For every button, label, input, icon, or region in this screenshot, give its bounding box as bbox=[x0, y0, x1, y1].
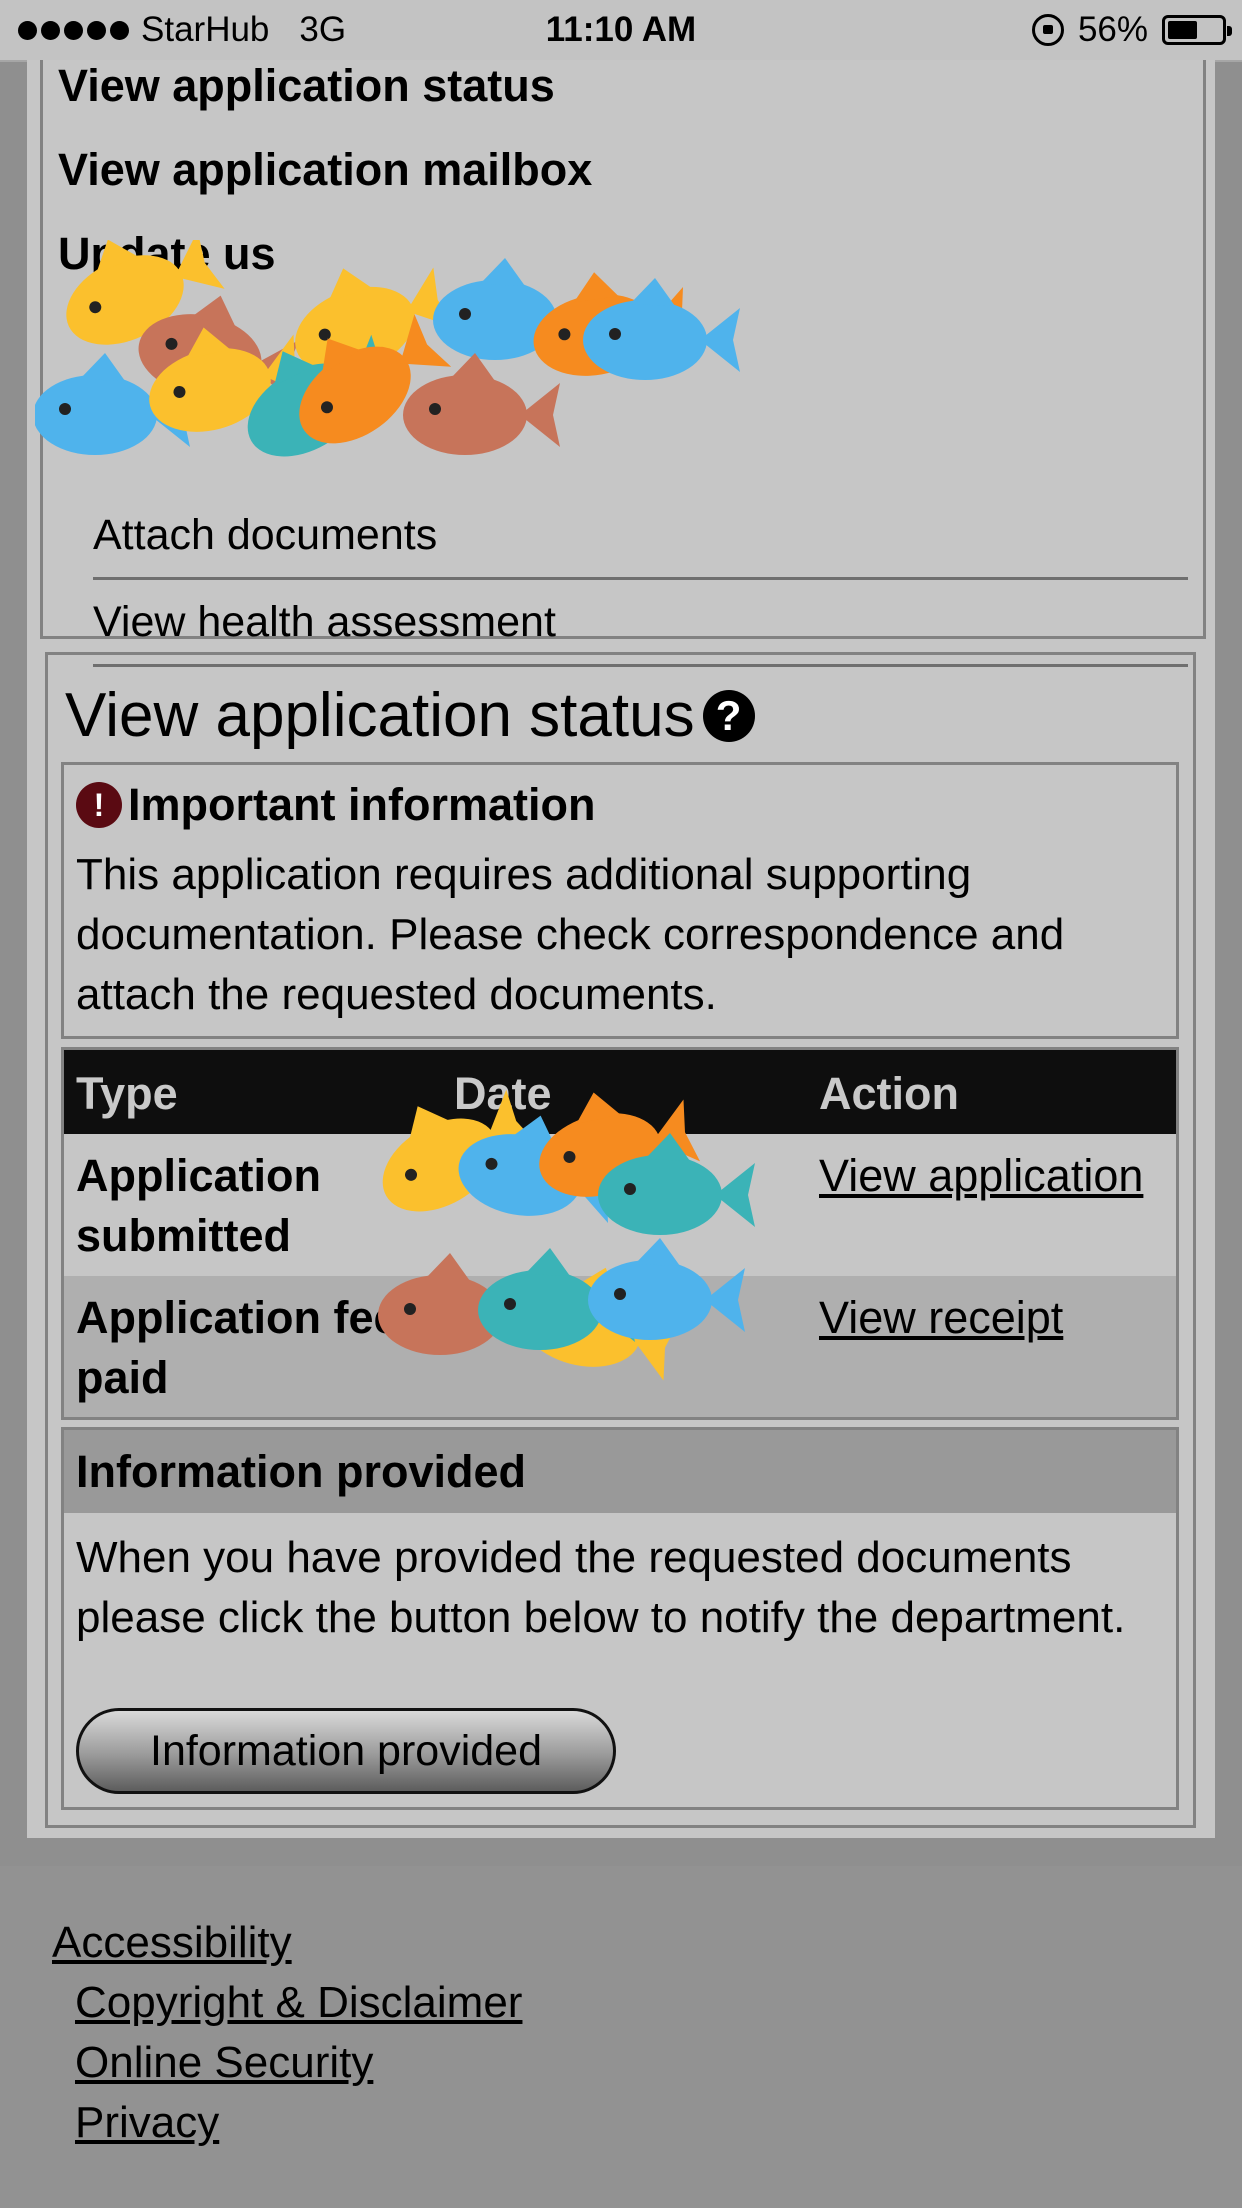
fish-sticker-cluster-top bbox=[35, 240, 740, 476]
view-receipt-link[interactable]: View receipt bbox=[819, 1288, 1149, 1348]
view-application-link[interactable]: View application bbox=[819, 1146, 1149, 1206]
information-provided-box: Information provided When you have provi… bbox=[61, 1427, 1179, 1810]
battery-tip bbox=[1227, 26, 1232, 36]
rotation-lock-icon bbox=[1031, 14, 1064, 46]
nav-view-application-status[interactable]: View application status bbox=[58, 60, 555, 112]
page-title: View application status bbox=[65, 681, 695, 750]
important-information-text: This application requires additional sup… bbox=[76, 850, 1065, 1019]
help-icon[interactable]: ? bbox=[702, 689, 755, 742]
nav-view-application-mailbox[interactable]: View application mailbox bbox=[58, 144, 592, 196]
footer-link-privacy[interactable]: Privacy bbox=[75, 2098, 219, 2148]
alert-icon: ! bbox=[76, 782, 122, 828]
important-information-box: ! Important information This application… bbox=[61, 762, 1179, 1039]
important-information-heading: ! Important information bbox=[76, 779, 595, 831]
fish-icon bbox=[588, 1238, 745, 1340]
section-heading: View application status ? bbox=[65, 680, 755, 751]
footer-link-online-security[interactable]: Online Security bbox=[75, 2038, 373, 2088]
footer: Accessibility Copyright & Disclaimer Onl… bbox=[0, 1866, 1242, 2208]
information-provided-heading: Information provided bbox=[64, 1430, 1176, 1513]
fish-sticker-cluster-table bbox=[360, 1085, 755, 1389]
battery-icon bbox=[1162, 15, 1232, 45]
footer-link-accessibility[interactable]: Accessibility bbox=[52, 1918, 292, 1968]
nav-attach-documents[interactable]: Attach documents bbox=[93, 493, 1188, 580]
status-bar: StarHub 3G 11:10 AM 56% bbox=[0, 0, 1242, 62]
information-provided-button[interactable]: Information provided bbox=[76, 1708, 616, 1794]
important-information-title: Important information bbox=[128, 779, 596, 830]
fish-icon bbox=[403, 353, 560, 455]
column-header-action: Action bbox=[819, 1068, 959, 1119]
battery-percent: 56% bbox=[1077, 10, 1148, 49]
status-bar-right: 56% bbox=[1031, 0, 1232, 60]
footer-link-copyright-disclaimer[interactable]: Copyright & Disclaimer bbox=[75, 1978, 522, 2028]
column-header-type: Type bbox=[76, 1068, 178, 1119]
battery-level-fill bbox=[1168, 21, 1197, 39]
information-provided-text: When you have provided the requested doc… bbox=[76, 1533, 1126, 1642]
